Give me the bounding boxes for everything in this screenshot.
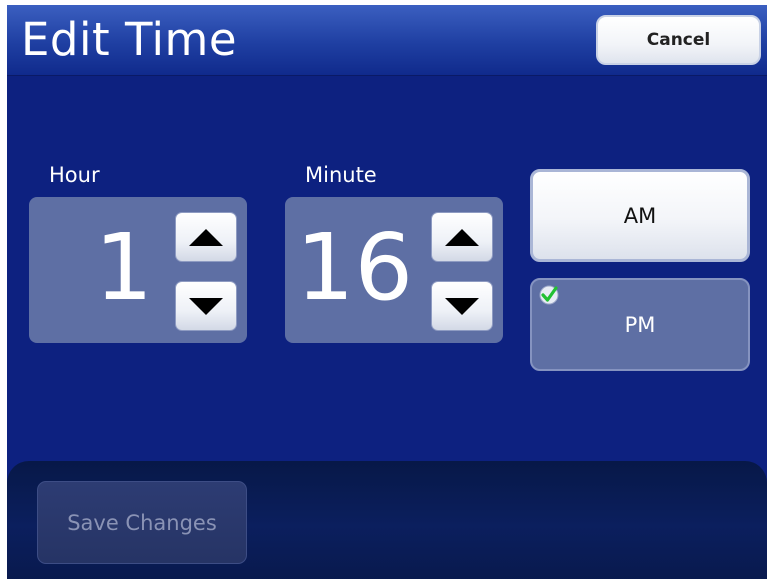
edit-time-screen: Edit Time Cancel Hour 1 Minute 16 AM PM xyxy=(7,5,767,579)
minute-label: Minute xyxy=(305,163,377,187)
header-bar: Edit Time Cancel xyxy=(7,5,767,76)
minute-field: 16 xyxy=(285,197,503,343)
page-title: Edit Time xyxy=(21,13,238,66)
hour-value: 1 xyxy=(94,214,153,321)
check-icon xyxy=(539,285,559,305)
arrow-down-icon xyxy=(189,297,223,315)
hour-decrement-button[interactable] xyxy=(175,281,237,331)
am-label: AM xyxy=(623,203,657,228)
pm-label: PM xyxy=(624,312,656,337)
minute-value: 16 xyxy=(295,214,413,321)
cancel-button[interactable]: Cancel xyxy=(596,15,761,65)
minute-increment-button[interactable] xyxy=(431,212,493,262)
minute-decrement-button[interactable] xyxy=(431,281,493,331)
arrow-down-icon xyxy=(445,297,479,315)
hour-increment-button[interactable] xyxy=(175,212,237,262)
am-button[interactable]: AM xyxy=(530,169,750,262)
pm-button[interactable]: PM xyxy=(530,278,750,371)
hour-field: 1 xyxy=(29,197,247,343)
hour-label: Hour xyxy=(49,163,100,187)
arrow-up-icon xyxy=(445,228,479,246)
save-changes-button[interactable]: Save Changes xyxy=(37,481,247,564)
arrow-up-icon xyxy=(189,228,223,246)
